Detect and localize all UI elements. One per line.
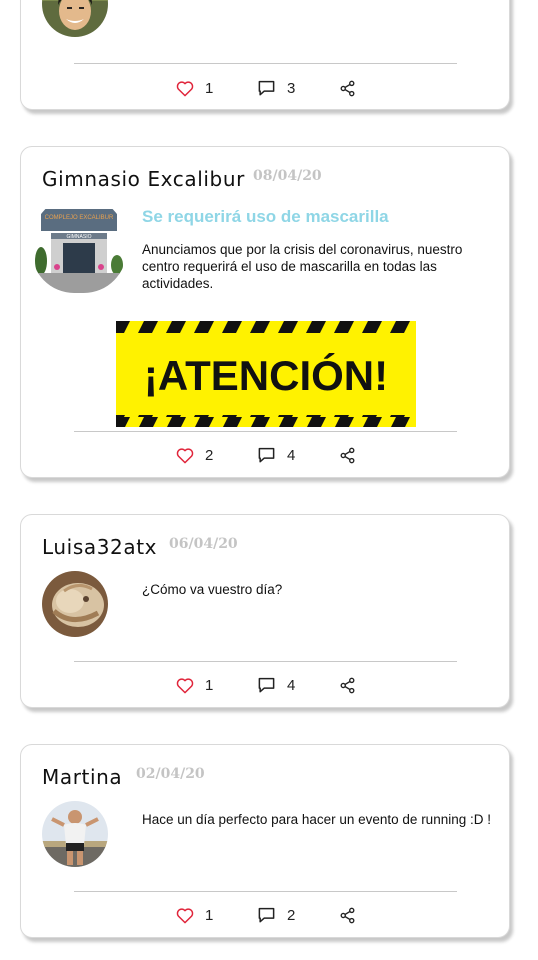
comment-count: 4 [287, 676, 296, 694]
post-card: Luisa32atx 06/04/20 ¿Cómo va vuestro día… [20, 514, 510, 708]
post-text: Hace un día perfecto para hacer un event… [142, 812, 491, 827]
post-date: 06/04/20 [169, 536, 238, 552]
share-icon [340, 447, 355, 463]
post-actions: 1 4 [21, 674, 509, 696]
like-button[interactable]: 1 [176, 674, 213, 696]
like-button[interactable]: 1 [176, 77, 213, 99]
heart-icon [176, 80, 194, 96]
author-avatar[interactable] [42, 801, 108, 867]
share-button[interactable] [339, 77, 356, 99]
comment-count: 2 [287, 906, 296, 924]
post-date: 08/04/20 [253, 168, 322, 184]
divider [74, 63, 457, 64]
comment-button[interactable]: 3 [257, 77, 295, 99]
divider [74, 661, 457, 662]
post-date: 02/04/20 [136, 766, 205, 782]
like-button[interactable]: 1 [176, 904, 213, 926]
post-title: Se requerirá uso de mascarilla [142, 207, 389, 226]
post-card: Gimnasio Excalibur 08/04/20 COMPLEJO EXC… [20, 146, 510, 478]
post-actions: 2 4 [21, 444, 509, 466]
heart-icon [176, 447, 194, 463]
gym-sign: GIMNASIO [66, 234, 91, 240]
comment-icon [258, 907, 275, 923]
heart-icon [176, 907, 194, 923]
like-count: 1 [205, 79, 214, 97]
post-actions: 1 2 [21, 904, 509, 926]
like-count: 1 [205, 906, 214, 924]
comment-icon [258, 677, 275, 693]
author-avatar[interactable] [42, 571, 108, 637]
comment-icon [258, 447, 275, 463]
share-icon [340, 907, 355, 923]
divider [74, 891, 457, 892]
post-text: Anunciamos que por la crisis del coronav… [142, 242, 463, 291]
like-count: 2 [205, 446, 214, 464]
like-button[interactable]: 2 [176, 444, 213, 466]
post-author[interactable]: Martina [42, 765, 122, 789]
share-icon [340, 80, 355, 96]
comment-button[interactable]: 4 [257, 674, 295, 696]
share-button[interactable] [339, 674, 356, 696]
gym-sign-top: COMPLEJO EXCALIBUR [45, 215, 114, 221]
heart-icon [176, 677, 194, 693]
share-button[interactable] [339, 904, 356, 926]
post-card: Martina 02/04/20 Hace un día perfecto pa… [20, 744, 510, 938]
like-count: 1 [205, 676, 214, 694]
post-card: 1 3 [20, 0, 510, 110]
divider [74, 431, 457, 432]
comment-icon [258, 80, 275, 96]
post-text: ¿Cómo va vuestro día? [142, 582, 283, 597]
author-avatar[interactable] [42, 0, 108, 37]
comment-count: 4 [287, 446, 296, 464]
share-icon [340, 677, 355, 693]
post-actions: 1 3 [21, 77, 509, 99]
comment-button[interactable]: 4 [257, 444, 295, 466]
share-button[interactable] [339, 444, 356, 466]
comment-button[interactable]: 2 [257, 904, 295, 926]
banner-text: ¡ATENCIÓN! [144, 351, 388, 399]
comment-count: 3 [287, 79, 296, 97]
post-author[interactable]: Gimnasio Excalibur [42, 167, 245, 191]
author-avatar[interactable]: COMPLEJO EXCALIBUR GIMNASIO [31, 195, 127, 293]
attention-banner-image[interactable]: ¡ATENCIÓN! [116, 321, 416, 427]
post-author[interactable]: Luisa32atx [42, 535, 157, 559]
